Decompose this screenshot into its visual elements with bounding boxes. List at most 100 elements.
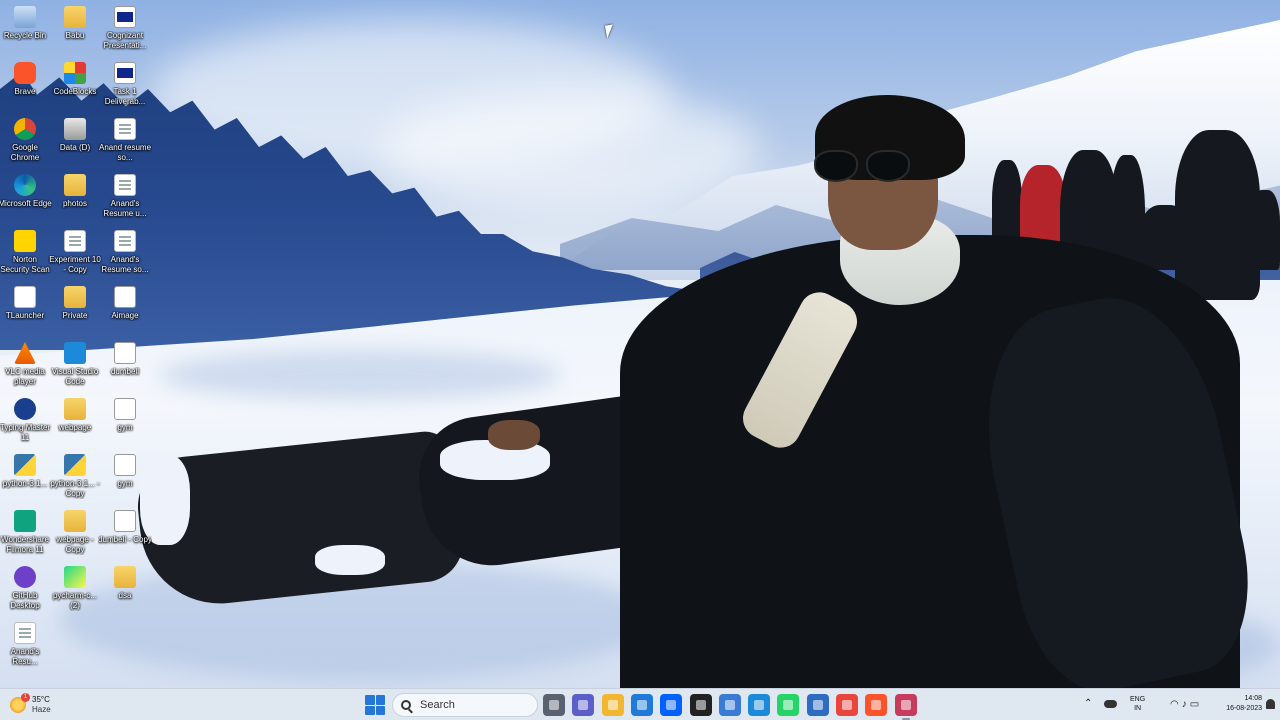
desktop-icon-label: python-3.1... - Copy xyxy=(50,479,100,498)
desktop-icon[interactable]: Experiment 10 - Copy xyxy=(49,224,101,278)
desktop-icon[interactable]: Typing Master 11 xyxy=(0,392,50,446)
taskbar-app-whatsapp[interactable] xyxy=(777,694,799,716)
taskbar-app-file-explorer[interactable] xyxy=(602,694,624,716)
desktop-icon[interactable]: Brave xyxy=(0,56,50,110)
desktop-icon[interactable]: Microsoft Edge xyxy=(0,168,52,222)
desktop-icon[interactable]: VLC media player xyxy=(0,336,50,390)
desktop-icon[interactable]: Anand resume so... xyxy=(98,112,152,166)
folder-icon xyxy=(64,174,86,196)
desktop-icon[interactable]: Recycle Bin xyxy=(0,0,50,54)
desktop-icon[interactable]: python-3.1... - Copy xyxy=(50,448,100,502)
taskbar-app-brave[interactable] xyxy=(865,694,887,716)
file-explorer-icon xyxy=(608,700,618,710)
taskbar-app-notion[interactable] xyxy=(690,694,712,716)
desktop-icon-label: Norton Security Scan xyxy=(0,255,50,274)
desktop-icon[interactable]: Anand's Resume so... xyxy=(100,224,150,278)
clock-date: 16-08-2023 xyxy=(1226,705,1262,712)
desktop-icon-label: pycharm-c... (2) xyxy=(52,591,97,610)
taskbar-app-vs-code[interactable] xyxy=(748,694,770,716)
desktop-icon[interactable]: CodeBlocks xyxy=(50,56,100,110)
desktop-icon-label: Cognizant Presentati... xyxy=(103,31,147,50)
desktop-icon-label: Experiment 10 - Copy xyxy=(49,255,101,274)
desktop-icon-label: photos xyxy=(62,199,88,208)
windows-logo-icon xyxy=(365,695,375,705)
desktop-icon[interactable]: dumbell - Copy xyxy=(98,504,152,558)
desktop-icon[interactable]: Anand's Resu... xyxy=(0,616,50,670)
desktop-icon[interactable]: dumbell xyxy=(100,336,150,390)
taskbar-app-teams-chat[interactable] xyxy=(572,694,594,716)
desktop-icon[interactable]: Visual Studio Code xyxy=(50,336,100,390)
taskbar-app-chrome[interactable] xyxy=(836,694,858,716)
network-volume-battery-icons[interactable]: ◠♪▭ xyxy=(1170,699,1202,710)
clock[interactable]: 14:08 16-08-2023 xyxy=(1216,694,1262,714)
onedrive-cloud-icon[interactable] xyxy=(1104,700,1117,708)
desktop-icon-label: Visual Studio Code xyxy=(51,367,99,386)
image-icon xyxy=(114,342,136,364)
notification-bell-icon[interactable] xyxy=(1266,699,1275,709)
vscode-icon xyxy=(64,342,86,364)
desktop-icon[interactable]: webpage - Copy xyxy=(50,504,100,558)
desktop-icon-label: Anand resume so... xyxy=(98,143,152,162)
taskbar-app-task-view[interactable] xyxy=(543,694,565,716)
show-hidden-icons-chevron-icon[interactable]: ⌃ xyxy=(1084,698,1092,709)
taskbar-app-snipping-tool[interactable] xyxy=(895,694,917,720)
desktop-icon[interactable]: Babu xyxy=(50,0,100,54)
desktop-icon[interactable]: TLauncher xyxy=(0,280,50,334)
weather-sun-icon: 1 xyxy=(10,693,30,713)
desktop-icon[interactable]: Wondershare Filmora 11 xyxy=(0,504,50,558)
taskbar-app-codeblocks-app[interactable] xyxy=(807,694,829,716)
desktop-icon-label: Anand's Resume so... xyxy=(101,255,149,274)
desktop-icon-label: gym xyxy=(117,479,133,488)
desktop-icon[interactable]: webpage xyxy=(50,392,100,446)
desktop-icon-label: gym xyxy=(117,423,133,432)
desktop-icon[interactable]: GitHub Desktop xyxy=(0,560,50,614)
taskbar-app-edge-shortcut[interactable] xyxy=(631,694,653,716)
teams-chat-icon xyxy=(578,700,588,710)
python-installer-icon xyxy=(64,454,86,476)
desktop-icon[interactable]: Norton Security Scan xyxy=(0,224,50,278)
image-icon xyxy=(114,398,136,420)
drive-icon xyxy=(64,118,86,140)
start-button[interactable] xyxy=(365,695,385,715)
desktop-icon[interactable]: Task 1 Deliverab... xyxy=(100,56,150,110)
desktop-icon[interactable]: Cognizant Presentati... xyxy=(100,0,150,54)
desktop-icon-label: CodeBlocks xyxy=(53,87,97,96)
desktop-icon[interactable]: Google Chrome xyxy=(0,112,50,166)
desktop-icon[interactable]: Anand's Resume u... xyxy=(100,168,150,222)
presentation-file-icon xyxy=(114,6,136,28)
weather-widget[interactable]: 1 35°C Haze xyxy=(10,692,80,718)
desktop-icon-label: GitHub Desktop xyxy=(10,591,40,610)
desktop-icon[interactable]: gym xyxy=(100,392,150,446)
taskbar-search[interactable] xyxy=(392,693,538,717)
brave-browser-icon xyxy=(871,700,881,710)
desktop-icon[interactable]: Data (D) xyxy=(50,112,100,166)
taskbar-app-dropbox[interactable] xyxy=(660,694,682,716)
desktop-icon-label: Babu xyxy=(65,31,85,40)
desktop-icon-label: Brave xyxy=(14,87,36,96)
task-view-icon xyxy=(549,700,559,710)
document-icon xyxy=(114,230,136,252)
pycharm-icon xyxy=(64,566,86,588)
desktop-icon-label: VLC media player xyxy=(5,367,45,386)
desktop-icon[interactable]: photos xyxy=(50,168,100,222)
vscode-icon xyxy=(754,700,764,710)
desktop-icon-label: Microsoft Edge xyxy=(0,199,52,208)
dropbox-icon xyxy=(666,700,676,710)
system-tray: ⌃ ENG IN ◠♪▭ 14:08 16-08-2023 xyxy=(1080,689,1280,720)
taskbar: 1 35°C Haze ⌃ ENG IN ◠♪▭ 14:08 16-08-202… xyxy=(0,688,1280,720)
desktop-icon-label: Aimage xyxy=(111,311,139,320)
desktop-icon-grid: Recycle Bin Babu Cognizant Presentati... Br… xyxy=(0,0,160,688)
language-indicator[interactable]: ENG IN xyxy=(1130,695,1145,713)
desktop-icon[interactable]: python-3.1... xyxy=(0,448,50,502)
codeblocks-icon xyxy=(813,700,823,710)
norton-icon xyxy=(14,230,36,252)
desktop-icon[interactable]: Aimage xyxy=(100,280,150,334)
desktop-icon[interactable]: gym xyxy=(100,448,150,502)
desktop-icon[interactable]: pycharm-c... (2) xyxy=(50,560,100,614)
search-input[interactable] xyxy=(420,699,530,711)
desktop-icon[interactable]: Private xyxy=(50,280,100,334)
desktop-icon-label: Google Chrome xyxy=(10,143,40,162)
taskbar-app-microsoft-store[interactable] xyxy=(719,694,741,716)
desktop-icon-label: Anand's Resu... xyxy=(10,647,40,666)
desktop-icon[interactable]: dsa xyxy=(100,560,150,614)
